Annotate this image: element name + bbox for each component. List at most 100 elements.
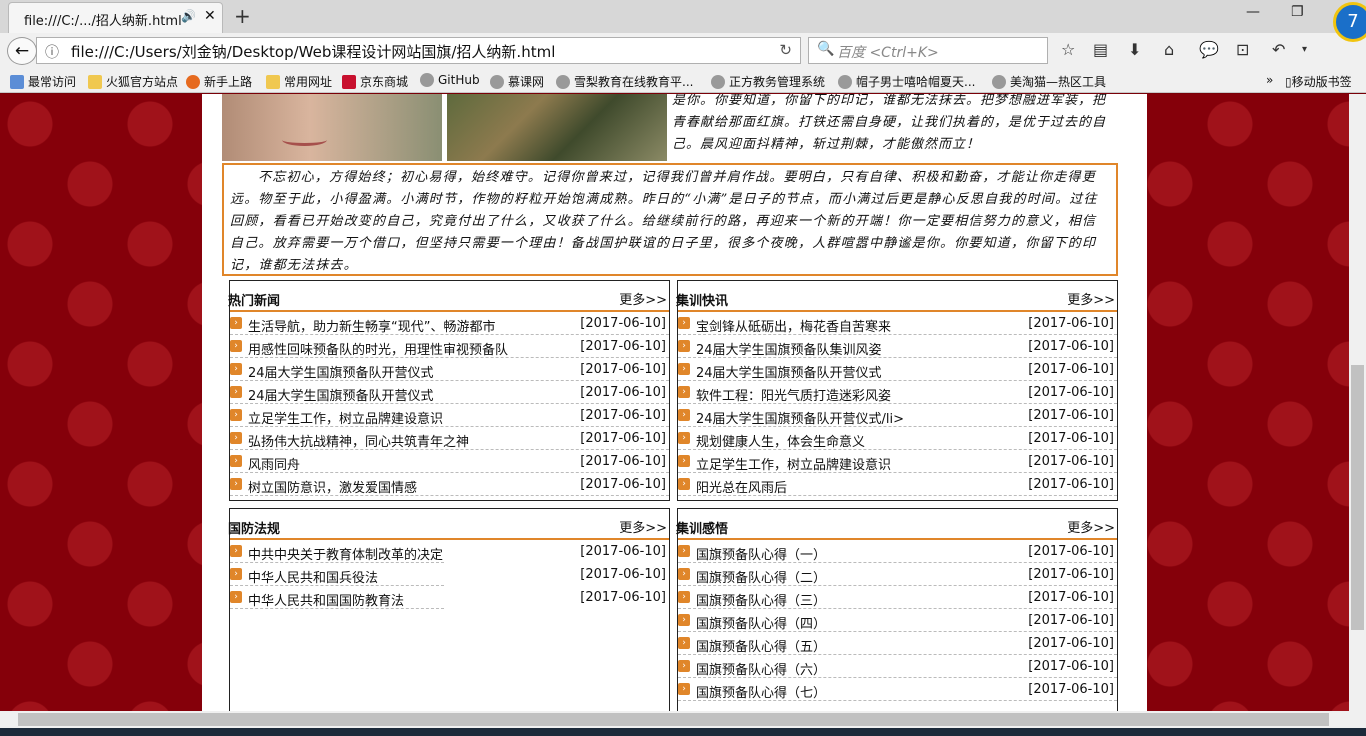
bookmark-item[interactable]: 美淘猫—热区工具 [992, 73, 1106, 90]
list-item-title[interactable]: 国旗预备队心得（三） [696, 590, 826, 609]
crop-icon[interactable]: ⊡ [1236, 40, 1249, 59]
taskbar [0, 728, 1366, 736]
list-item[interactable]: › 国旗预备队心得（一） [2017-06-10] [678, 540, 1117, 563]
list-item[interactable]: › 国旗预备队心得（六） [2017-06-10] [678, 655, 1117, 678]
list-item-title[interactable]: 国旗预备队心得（七） [696, 682, 826, 701]
news-list: › 中共中央关于教育体制改革的决定 [2017-06-10] › 中华人民共和国兵役法 [… [230, 540, 666, 609]
list-item-title[interactable]: 中华人民共和国国防教育法 [248, 590, 404, 609]
url-bar[interactable]: ⓘ file:///C:/Users/刘金钠/Desktop/Web课程设计网站… [36, 37, 801, 64]
list-item-title[interactable]: 国旗预备队心得（五） [696, 636, 826, 655]
list-item-title[interactable]: 中共中央关于教育体制改革的决定 [248, 544, 443, 563]
more-link[interactable]: 更多>> [619, 517, 667, 536]
list-item-title[interactable]: 24届大学生国旗预备队开营仪式/li> [696, 408, 904, 427]
chat-icon[interactable]: 💬 [1199, 40, 1219, 59]
undo-icon[interactable]: ↶ [1272, 40, 1285, 59]
globe-icon [490, 75, 504, 89]
list-item[interactable]: › 24届大学生国旗预备队开营仪式 [2017-06-10] [678, 358, 1117, 381]
more-link[interactable]: 更多>> [1067, 517, 1115, 536]
bookmark-item[interactable]: GitHub [420, 73, 480, 87]
list-item-title[interactable]: 中华人民共和国兵役法 [248, 567, 378, 586]
bookmark-item[interactable]: 慕课网 [490, 73, 544, 90]
list-item[interactable]: › 24届大学生国旗预备队开营仪式 [2017-06-10] [230, 381, 669, 404]
bullet-arrow-icon: › [678, 545, 690, 557]
bookmark-item[interactable]: 雪梨教育在线教育平... [556, 73, 693, 90]
browser-tab[interactable]: file:///C:/.../招人纳新.html 🔊 ✕ [8, 2, 223, 33]
search-placeholder: 百度 <Ctrl+K> [837, 45, 939, 61]
list-item-title[interactable]: 24届大学生国旗预备队开营仪式 [248, 385, 434, 404]
bookmark-item[interactable]: 常用网址 [266, 73, 332, 90]
list-item[interactable]: › 用感性回味预备队的时光，用理性审视预备队 [2017-06-10] [230, 335, 669, 358]
download-icon[interactable]: ⬇ [1128, 40, 1141, 59]
more-link[interactable]: 更多>> [1067, 289, 1115, 308]
list-item[interactable]: › 中华人民共和国兵役法 [2017-06-10] [230, 563, 666, 586]
list-item[interactable]: › 立足学生工作，树立品牌建设意识 [2017-06-10] [678, 450, 1117, 473]
menu-chevron-icon[interactable]: ▾ [1302, 44, 1307, 55]
list-item[interactable]: › 国旗预备队心得（七） [2017-06-10] [678, 678, 1117, 701]
bullet-arrow-icon: › [230, 363, 242, 375]
list-item-title[interactable]: 弘扬伟大抗战精神，同心共筑青年之神 [248, 431, 469, 450]
vertical-scroll-thumb[interactable] [1351, 365, 1364, 630]
list-item-title[interactable]: 国旗预备队心得（一） [696, 544, 826, 563]
info-icon[interactable]: ⓘ [45, 42, 59, 62]
bookmark-star-icon[interactable]: ☆ [1061, 40, 1075, 59]
list-item[interactable]: › 国旗预备队心得（三） [2017-06-10] [678, 586, 1117, 609]
bookmark-item[interactable]: 火狐官方站点 [88, 73, 178, 90]
list-item[interactable]: › 软件工程：阳光气质打造迷彩风姿 [2017-06-10] [678, 381, 1117, 404]
list-item-title[interactable]: 规划健康人生，体会生命意义 [696, 431, 865, 450]
list-item[interactable]: › 国旗预备队心得（五） [2017-06-10] [678, 632, 1117, 655]
bookmark-item[interactable]: 最常访问 [10, 73, 76, 90]
more-link[interactable]: 更多>> [619, 289, 667, 308]
list-item-title[interactable]: 24届大学生国旗预备队开营仪式 [696, 362, 882, 381]
maximize-icon[interactable]: ❐ [1291, 4, 1304, 20]
more-bookmarks-icon[interactable]: » [1266, 73, 1273, 87]
list-item[interactable]: › 国旗预备队心得（四） [2017-06-10] [678, 609, 1117, 632]
news-list: › 宝剑锋从砥砺出，梅花香自苦寒来 [2017-06-10] › 24届大学生国旗预备队… [678, 312, 1117, 496]
list-item-title[interactable]: 立足学生工作，树立品牌建设意识 [248, 408, 443, 427]
home-icon[interactable]: ⌂ [1164, 40, 1174, 59]
extension-badge[interactable]: 7 [1333, 2, 1366, 42]
list-item-title[interactable]: 国旗预备队心得（四） [696, 613, 826, 632]
list-item[interactable]: › 立足学生工作，树立品牌建设意识 [2017-06-10] [230, 404, 669, 427]
list-item[interactable]: › 24届大学生国旗预备队集训风姿 [2017-06-10] [678, 335, 1117, 358]
library-icon[interactable]: ▤ [1093, 40, 1108, 59]
bookmark-item[interactable]: 正方教务管理系统 [711, 73, 825, 90]
horizontal-scroll-thumb[interactable] [18, 713, 1329, 726]
back-icon[interactable]: ← [7, 37, 37, 65]
list-item-date: [2017-06-10] [1028, 385, 1114, 400]
list-item[interactable]: › 风雨同舟 [2017-06-10] [230, 450, 669, 473]
list-item-title[interactable]: 阳光总在风雨后 [696, 477, 787, 496]
list-item-title[interactable]: 软件工程：阳光气质打造迷彩风姿 [696, 385, 891, 404]
list-item[interactable]: › 国旗预备队心得（二） [2017-06-10] [678, 563, 1117, 586]
minimize-icon[interactable]: — [1246, 4, 1260, 20]
list-item-title[interactable]: 24届大学生国旗预备队集训风姿 [696, 339, 882, 358]
list-item[interactable]: › 中共中央关于教育体制改革的决定 [2017-06-10] [230, 540, 666, 563]
list-item-title[interactable]: 用感性回味预备队的时光，用理性审视预备队 [248, 339, 508, 358]
list-item[interactable]: › 宝剑锋从砥砺出，梅花香自苦寒来 [2017-06-10] [678, 312, 1117, 335]
bookmark-item[interactable]: 京东商城 [342, 73, 408, 90]
list-item-title[interactable]: 树立国防意识，激发爱国情感 [248, 477, 417, 496]
reload-icon[interactable]: ↻ [779, 41, 792, 59]
list-item[interactable]: › 24届大学生国旗预备队开营仪式 [2017-06-10] [230, 358, 669, 381]
list-item-title[interactable]: 生活导航，助力新生畅享“现代”、畅游都市 [248, 316, 495, 335]
list-item[interactable]: › 规划健康人生，体会生命意义 [2017-06-10] [678, 427, 1117, 450]
list-item[interactable]: › 弘扬伟大抗战精神，同心共筑青年之神 [2017-06-10] [230, 427, 669, 450]
tab-close-icon[interactable]: ✕ [204, 8, 216, 24]
new-tab-icon[interactable]: + [234, 4, 251, 28]
list-item-title[interactable]: 国旗预备队心得（六） [696, 659, 826, 678]
mobile-bookmarks[interactable]: ▯移动版书签 [1285, 73, 1352, 90]
list-item-title[interactable]: 宝剑锋从砥砺出，梅花香自苦寒来 [696, 316, 891, 335]
list-item-title[interactable]: 国旗预备队心得（二） [696, 567, 826, 586]
list-item[interactable]: › 24届大学生国旗预备队开营仪式/li> [2017-06-10] [678, 404, 1117, 427]
list-item-title[interactable]: 风雨同舟 [248, 454, 300, 473]
bookmark-item[interactable]: 新手上路 [186, 73, 252, 90]
list-item-title[interactable]: 24届大学生国旗预备队开营仪式 [248, 362, 434, 381]
list-item[interactable]: › 生活导航，助力新生畅享“现代”、畅游都市 [2017-06-10] [230, 312, 669, 335]
list-item[interactable]: › 阳光总在风雨后 [2017-06-10] [678, 473, 1117, 496]
bookmark-item[interactable]: 帽子男士嘻哈帽夏天... [838, 73, 975, 90]
list-item-title[interactable]: 立足学生工作，树立品牌建设意识 [696, 454, 891, 473]
list-item[interactable]: › 中华人民共和国国防教育法 [2017-06-10] [230, 586, 666, 609]
list-item[interactable]: › 树立国防意识，激发爱国情感 [2017-06-10] [230, 473, 669, 496]
speaker-icon[interactable]: 🔊 [181, 9, 196, 23]
globe-icon [992, 75, 1006, 89]
search-input[interactable]: 🔍 百度 <Ctrl+K> [808, 37, 1048, 64]
